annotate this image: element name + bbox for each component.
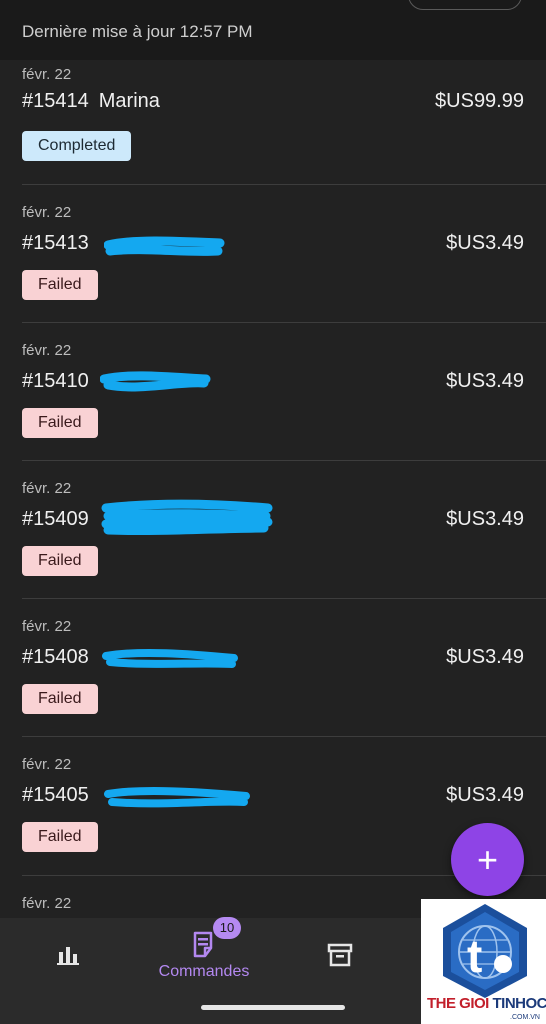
order-date: févr. 22 — [22, 480, 72, 497]
status-badge: Failed — [22, 546, 98, 576]
watermark-brand: THE GIOI TINHOC — [427, 995, 546, 1012]
redaction-scribble — [104, 786, 250, 808]
orders-count-badge: 10 — [213, 917, 241, 939]
status-badge: Failed — [22, 822, 98, 852]
header-action-pill[interactable] — [408, 0, 522, 10]
redaction-scribble — [100, 371, 211, 392]
order-amount: $US99.99 — [435, 90, 524, 112]
order-date: févr. 22 — [22, 66, 72, 83]
status-badge: Failed — [22, 684, 98, 714]
home-indicator[interactable] — [201, 1005, 345, 1010]
status-badge: Failed — [22, 270, 98, 300]
order-title: #15410 — [22, 370, 89, 393]
order-title: #15405 — [22, 784, 89, 807]
order-date: févr. 22 — [22, 342, 72, 359]
order-number: #15413 — [22, 232, 89, 254]
redaction-scribble — [102, 648, 238, 668]
svg-text:t: t — [467, 930, 482, 982]
order-date: févr. 22 — [22, 618, 72, 635]
order-amount: $US3.49 — [446, 370, 524, 392]
order-row[interactable]: févr. 22 #15409 $US3.49 Failed — [0, 460, 546, 598]
order-number: #15408 — [22, 646, 89, 668]
order-amount: $US3.49 — [446, 784, 524, 806]
last-update-text: Dernière mise à jour 12:57 PM — [22, 22, 253, 41]
order-row[interactable]: févr. 22 #15414 Marina $US99.99 Completed — [0, 60, 546, 184]
order-title: #15409 — [22, 508, 89, 531]
add-order-button[interactable]: + — [451, 823, 524, 896]
redaction-scribble — [104, 236, 225, 256]
order-title: #15414 Marina — [22, 90, 160, 113]
plus-icon: + — [476, 839, 499, 880]
order-amount: $US3.49 — [446, 232, 524, 254]
order-amount: $US3.49 — [446, 508, 524, 530]
redaction-scribble — [101, 499, 273, 536]
watermark-domain: .COM.VN — [510, 1014, 540, 1021]
order-number: #15405 — [22, 784, 89, 806]
order-date: févr. 22 — [22, 756, 72, 773]
top-header: Dernière mise à jour 12:57 PM — [0, 0, 546, 60]
customer-name: Marina — [98, 90, 160, 112]
status-badge: Completed — [22, 131, 132, 161]
order-number: #15414 — [22, 90, 89, 112]
order-amount: $US3.49 — [446, 646, 524, 668]
status-badge: Failed — [22, 408, 98, 438]
orders-list[interactable]: févr. 22 #15414 Marina $US99.99 Completed… — [0, 60, 546, 918]
order-date: févr. 22 — [22, 895, 72, 912]
watermark-logo: t THE GIOI TINHOC .COM.VN — [421, 899, 546, 1024]
order-number: #15410 — [22, 370, 89, 392]
order-row[interactable]: févr. 22 #15408 $US3.49 Failed — [0, 598, 546, 736]
nav-label-orders: Commandes — [158, 963, 250, 980]
watermark-globe-icon: t — [443, 904, 527, 998]
order-row[interactable]: févr. 22 #15410 $US3.49 Failed — [0, 322, 546, 460]
nav-item-stats[interactable] — [0, 918, 136, 1024]
bar-chart-icon — [57, 947, 79, 965]
archive-box-icon — [327, 943, 353, 967]
order-number: #15409 — [22, 508, 89, 530]
order-date: févr. 22 — [22, 204, 72, 221]
order-title: #15413 — [22, 232, 89, 255]
order-row[interactable]: févr. 22 #15413 $US3.49 Failed — [0, 184, 546, 322]
orders-document-icon — [193, 931, 213, 958]
order-title: #15408 — [22, 646, 89, 669]
